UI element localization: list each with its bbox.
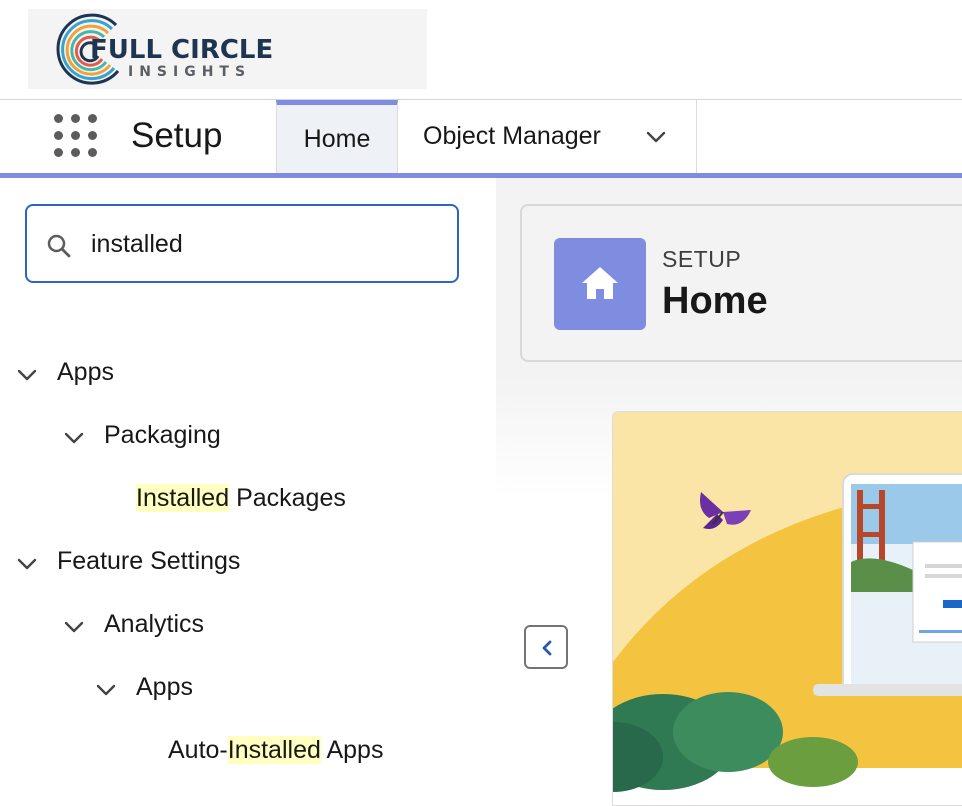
setup-sidebar: Apps Packaging Installed Packages Featur… [0,178,496,806]
tab-home[interactable]: Home [276,100,398,173]
collapse-sidebar-button[interactable] [524,625,568,669]
tab-object-manager[interactable]: Object Manager [398,100,697,173]
chevron-down-icon[interactable] [16,364,38,386]
chevron-down-icon[interactable] [95,679,117,701]
page-title: Home [662,280,768,322]
tree-link-auto-installed-apps[interactable]: Auto-Installed Apps [168,736,383,765]
illustration-graphic [613,412,962,792]
main-content: SETUP Home [496,178,962,806]
chevron-down-icon[interactable] [645,126,667,148]
app-launcher-grid-icon[interactable] [54,114,98,158]
page-eyebrow: SETUP [662,246,742,272]
tab-object-manager-label: Object Manager [423,122,601,150]
chevron-down-icon[interactable] [16,553,38,575]
tab-home-label: Home [303,124,371,153]
tree-item-label: Apps [57,358,114,386]
logo-tagline: INSIGHTS [128,64,252,80]
setup-navbar: Setup Home Object Manager [0,100,962,173]
page-header: SETUP Home [520,204,962,362]
tree-item-label: Apps [136,673,193,701]
logo-wordmark: FULL CIRCLE [90,35,274,65]
chevron-down-icon[interactable] [63,616,85,638]
search-match-highlight: Installed [227,736,321,764]
tree-link-installed-packages[interactable]: Installed Packages [136,484,346,513]
tree-item-label: Packages [229,484,346,512]
home-icon [554,238,646,330]
tree-item-label: Apps [320,736,384,764]
chevron-left-icon [542,640,552,656]
tree-item-label: Auto- [168,736,228,764]
app-name: Setup [131,116,223,155]
company-logo: FULL CIRCLE INSIGHTS [28,9,427,89]
tree-item-label: Feature Settings [57,547,241,575]
search-match-highlight: Installed [136,484,230,512]
chevron-down-icon[interactable] [63,427,85,449]
quick-find-search[interactable] [25,204,459,283]
tree-item-label: Analytics [104,610,205,638]
home-glyph [582,267,618,299]
quick-find-input[interactable] [91,224,431,264]
tree-item-label: Packaging [104,421,221,449]
search-icon [47,234,71,258]
welcome-illustration [612,411,962,806]
